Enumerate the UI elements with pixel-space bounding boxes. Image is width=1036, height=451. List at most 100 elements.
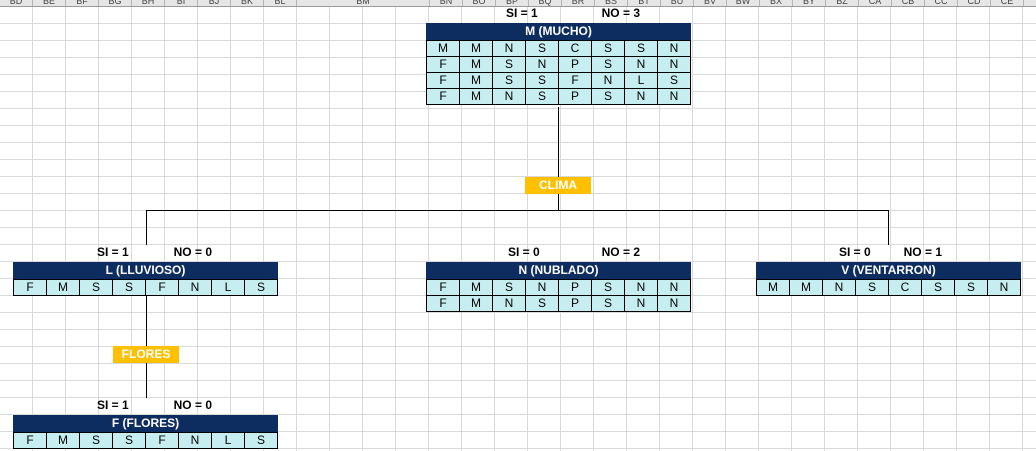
column-header[interactable]: BV: [694, 0, 727, 6]
attribute-cell[interactable]: F: [426, 72, 460, 89]
attribute-cell[interactable]: M: [459, 40, 493, 57]
column-header[interactable]: CA: [859, 0, 892, 6]
attribute-cell[interactable]: S: [591, 88, 625, 105]
attribute-row: FMSNPSNN: [426, 56, 691, 73]
attribute-cell[interactable]: S: [591, 279, 625, 296]
attribute-cell[interactable]: S: [492, 56, 526, 73]
column-header[interactable]: CD: [958, 0, 991, 6]
column-header[interactable]: BX: [760, 0, 793, 6]
connector-root-to-clima: [558, 107, 559, 177]
attribute-cell[interactable]: F: [558, 72, 592, 89]
attribute-cell[interactable]: N: [178, 432, 212, 449]
attribute-cell[interactable]: M: [426, 40, 460, 57]
attribute-cell[interactable]: M: [789, 279, 823, 296]
attribute-cell[interactable]: N: [657, 88, 691, 105]
attribute-cell[interactable]: S: [244, 432, 278, 449]
attribute-cell[interactable]: N: [178, 279, 212, 296]
attribute-cell[interactable]: N: [492, 295, 526, 312]
attribute-cell[interactable]: M: [459, 56, 493, 73]
attribute-cell[interactable]: N: [657, 295, 691, 312]
attribute-cell[interactable]: F: [426, 56, 460, 73]
column-header[interactable]: CC: [925, 0, 958, 6]
attribute-cell[interactable]: S: [525, 40, 559, 57]
attribute-cell[interactable]: M: [459, 279, 493, 296]
attribute-cell[interactable]: S: [525, 295, 559, 312]
attribute-cell[interactable]: S: [79, 279, 113, 296]
column-header[interactable]: BY: [793, 0, 826, 6]
attribute-cell[interactable]: C: [558, 40, 592, 57]
attribute-cell[interactable]: F: [426, 295, 460, 312]
attribute-cell[interactable]: F: [145, 432, 179, 449]
attribute-cell[interactable]: P: [558, 279, 592, 296]
attribute-cell[interactable]: S: [112, 279, 146, 296]
attribute-cell[interactable]: M: [459, 88, 493, 105]
attribute-cell[interactable]: S: [624, 40, 658, 57]
attribute-cell[interactable]: M: [459, 72, 493, 89]
attribute-cell[interactable]: N: [525, 279, 559, 296]
attribute-cell[interactable]: F: [13, 279, 47, 296]
column-header[interactable]: BE: [33, 0, 66, 6]
attribute-cell[interactable]: P: [558, 88, 592, 105]
attribute-cell[interactable]: P: [558, 56, 592, 73]
attribute-cell[interactable]: S: [591, 40, 625, 57]
attribute-cell[interactable]: N: [624, 88, 658, 105]
attribute-row: FMNSPSNN: [426, 88, 691, 105]
column-header[interactable]: BU: [661, 0, 694, 6]
attribute-cell[interactable]: S: [112, 432, 146, 449]
attribute-cell[interactable]: M: [46, 432, 80, 449]
attribute-cell[interactable]: L: [211, 432, 245, 449]
attribute-cell[interactable]: F: [145, 279, 179, 296]
attribute-cell[interactable]: C: [888, 279, 922, 296]
connector-flores-to-leaf: [146, 363, 147, 398]
column-header[interactable]: BK: [231, 0, 264, 6]
attribute-cell[interactable]: S: [244, 279, 278, 296]
attribute-row: MMNSCSSN: [756, 279, 1021, 296]
attribute-cell[interactable]: S: [79, 432, 113, 449]
column-header[interactable]: BD: [0, 0, 33, 6]
attribute-cell[interactable]: N: [822, 279, 856, 296]
attribute-cell[interactable]: S: [954, 279, 988, 296]
attribute-cell[interactable]: F: [426, 88, 460, 105]
attribute-cell[interactable]: N: [591, 72, 625, 89]
column-header[interactable]: BF: [66, 0, 99, 6]
column-header[interactable]: CE: [991, 0, 1024, 6]
column-header[interactable]: BM: [297, 0, 430, 6]
attribute-cell[interactable]: P: [558, 295, 592, 312]
column-header[interactable]: BH: [132, 0, 165, 6]
column-header[interactable]: BL: [264, 0, 297, 6]
attribute-cell[interactable]: S: [657, 72, 691, 89]
attribute-cell[interactable]: S: [855, 279, 889, 296]
column-header[interactable]: BI: [165, 0, 198, 6]
attribute-cell[interactable]: S: [591, 295, 625, 312]
attribute-cell[interactable]: M: [756, 279, 790, 296]
attribute-cell[interactable]: L: [624, 72, 658, 89]
attribute-cell[interactable]: N: [987, 279, 1021, 296]
attribute-cell[interactable]: S: [525, 88, 559, 105]
attribute-cell[interactable]: N: [525, 56, 559, 73]
attribute-cell[interactable]: N: [624, 56, 658, 73]
attribute-cell[interactable]: N: [624, 279, 658, 296]
attribute-cell[interactable]: S: [591, 56, 625, 73]
attribute-cell[interactable]: L: [211, 279, 245, 296]
column-header[interactable]: BW: [727, 0, 760, 6]
column-header[interactable]: BO: [463, 0, 496, 6]
column-header[interactable]: BZ: [826, 0, 859, 6]
attribute-cell[interactable]: S: [492, 72, 526, 89]
column-header[interactable]: BJ: [198, 0, 231, 6]
attribute-cell[interactable]: F: [426, 279, 460, 296]
attribute-cell[interactable]: F: [13, 432, 47, 449]
attribute-cell[interactable]: N: [657, 40, 691, 57]
attribute-cell[interactable]: S: [525, 72, 559, 89]
column-header[interactable]: BN: [430, 0, 463, 6]
column-header[interactable]: CB: [892, 0, 925, 6]
attribute-cell[interactable]: S: [492, 279, 526, 296]
attribute-cell[interactable]: M: [46, 279, 80, 296]
attribute-cell[interactable]: N: [657, 279, 691, 296]
attribute-cell[interactable]: N: [657, 56, 691, 73]
attribute-cell[interactable]: N: [492, 40, 526, 57]
attribute-cell[interactable]: M: [459, 295, 493, 312]
attribute-cell[interactable]: S: [921, 279, 955, 296]
attribute-cell[interactable]: N: [624, 295, 658, 312]
attribute-cell[interactable]: N: [492, 88, 526, 105]
column-header[interactable]: BG: [99, 0, 132, 6]
